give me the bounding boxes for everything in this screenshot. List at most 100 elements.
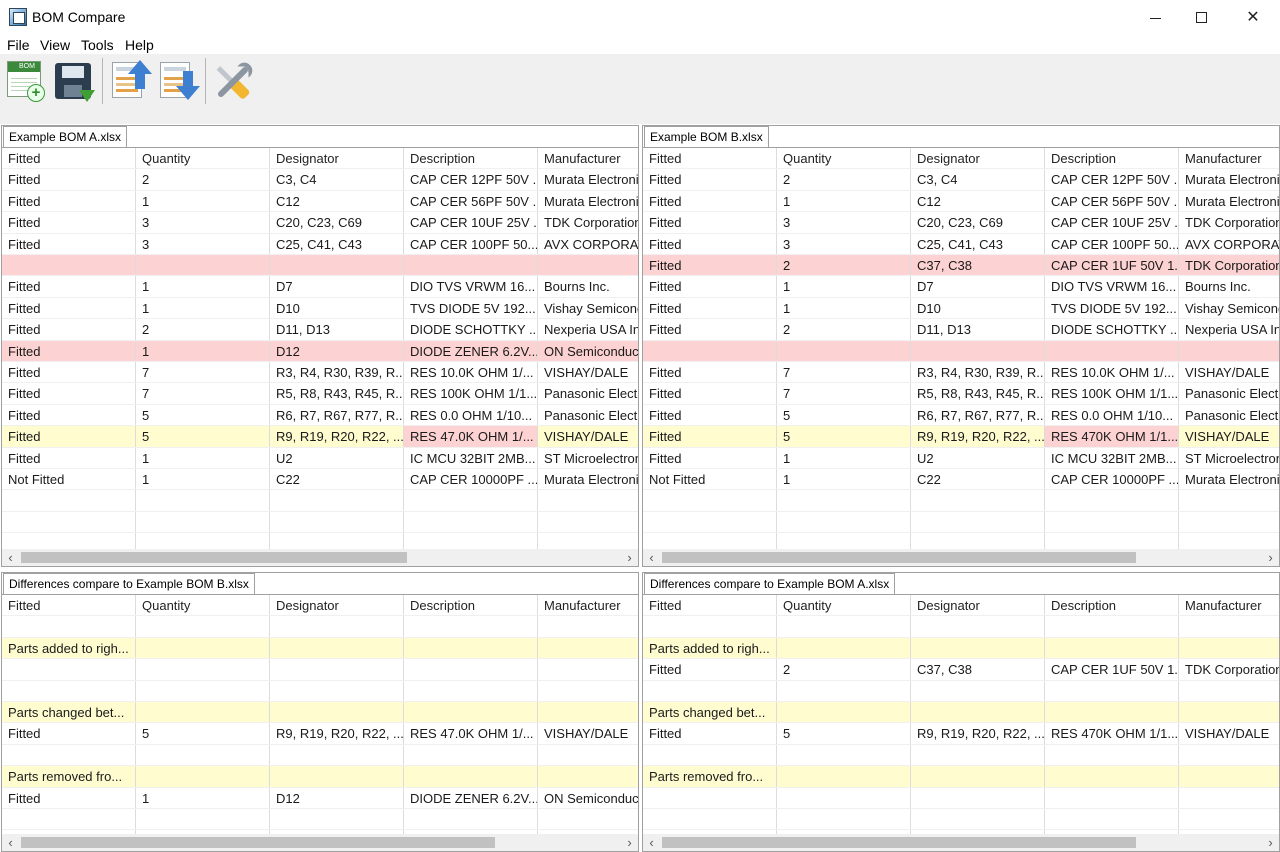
minimize-button[interactable] [1130,0,1180,34]
diff-b-hscroll[interactable]: ‹ › [643,834,1279,851]
column-header-manufacturer[interactable]: Manufacturer [1179,148,1279,168]
scroll-thumb[interactable] [21,837,495,848]
column-header-quantity[interactable]: Quantity [136,148,270,169]
column-header-manufacturer[interactable]: Manufacturer [1179,595,1279,615]
table-row[interactable]: Fitted 3 C20, C23, C69 CAP CER 10UF 25V ...… [643,212,1279,234]
column-header-description[interactable]: Description [1045,148,1179,169]
menu-view[interactable]: View [40,37,70,53]
column-header-quantity[interactable]: Quantity [777,148,911,169]
column-header-manufacturer[interactable]: Manufacturer [538,148,638,168]
table-row[interactable]: Fitted 1 D10 TVS DIODE 5V 192... Vishay Semi… [643,297,1279,320]
table-row[interactable] [643,787,1279,809]
new-bom-button[interactable]: BOM + [4,58,48,102]
column-header-quantity[interactable]: Quantity [777,595,911,616]
menu-file[interactable]: File [7,37,30,53]
table-row[interactable]: Fitted 5 R6, R7, R67, R77, R... RES 0.0 OHM… [643,404,1279,427]
diff-b-tab[interactable]: Differences compare to Example BOM A.xls… [644,573,896,594]
scroll-left-icon[interactable]: ‹ [643,834,660,851]
diff-a-tab[interactable]: Differences compare to Example BOM B.xls… [3,573,255,594]
column-header-description[interactable]: Description [404,595,538,616]
column-header-quantity[interactable]: Quantity [136,595,270,616]
table-row[interactable]: Fitted 1 U2 IC MCU 32BIT 2MB... ST Microelec… [643,447,1279,469]
table-row[interactable]: Fitted 1 C12 CAP CER 56PF 50V ... Murata Ele… [2,190,638,213]
tools-button[interactable] [210,58,254,102]
table-row[interactable]: Fitted 5 R9, R19, R20, R22, ... RES 47.0K O… [2,723,638,745]
section-header-row[interactable]: Parts changed bet... [643,702,1279,724]
move-down-button[interactable] [156,58,200,102]
table-row[interactable] [2,255,638,277]
bom-b-hscroll[interactable]: ‹ › [643,549,1279,566]
scroll-right-icon[interactable]: › [1262,549,1279,566]
table-row[interactable]: Fitted 3 C20, C23, C69 CAP CER 10UF 25V ...… [2,212,638,234]
table-row[interactable]: Fitted 5 R6, R7, R67, R77, R... RES 0.0 OHM… [2,404,638,427]
table-row[interactable]: Fitted 1 D10 TVS DIODE 5V 192... Vishay Semi… [2,297,638,320]
table-row[interactable]: Not Fitted 1 C22 CAP CER 10000PF ... Murata … [643,469,1279,491]
table-row[interactable]: Fitted 2 C3, C4 CAP CER 12PF 50V ... Murata … [2,169,638,191]
table-row[interactable]: Fitted 1 D7 DIO TVS VRWM 16... Bourns Inc. [643,276,1279,298]
move-up-button[interactable] [108,58,152,102]
table-row[interactable]: Fitted 1 C12 CAP CER 56PF 50V ... Murata Ele… [643,190,1279,213]
column-header-description[interactable]: Description [1045,595,1179,616]
column-header-description[interactable]: Description [404,148,538,169]
table-row[interactable]: Not Fitted 1 C22 CAP CER 10000PF ... Murata … [2,469,638,491]
scroll-left-icon[interactable]: ‹ [643,549,660,566]
scroll-right-icon[interactable]: › [621,549,638,566]
scroll-right-icon[interactable]: › [621,834,638,851]
table-row[interactable]: Fitted 3 C25, C41, C43 CAP CER 100PF 50... A… [643,233,1279,255]
table-row[interactable]: Fitted 2 D11, D13 DIODE SCHOTTKY ... Nexperi… [643,319,1279,341]
table-row[interactable]: Fitted 2 D11, D13 DIODE SCHOTTKY ... Nexperi… [2,319,638,341]
table-row[interactable] [643,340,1279,362]
table-row[interactable]: Fitted 2 C3, C4 CAP CER 12PF 50V ... Murata … [643,169,1279,191]
table-row[interactable]: Fitted 2 C37, C38 CAP CER 1UF 50V 1... TDK C… [643,255,1279,277]
scroll-left-icon[interactable]: ‹ [2,834,19,851]
column-header-designator[interactable]: Designator [911,148,1045,169]
table-row[interactable] [2,616,638,638]
column-header-designator[interactable]: Designator [270,148,404,169]
table-row[interactable]: Fitted 1 D12 DIODE ZENER 6.2V... ON Semicond… [2,340,638,362]
table-row[interactable]: Fitted 7 R5, R8, R43, R45, R... RES 100K OH… [643,383,1279,405]
bom-b-tab[interactable]: Example BOM B.xlsx [644,126,769,147]
close-button[interactable]: ✕ [1228,0,1278,34]
section-header-row[interactable]: Parts added to righ... [643,637,1279,660]
maximize-button[interactable] [1176,0,1226,34]
column-header-designator[interactable]: Designator [911,595,1045,616]
table-row[interactable]: Fitted 7 R5, R8, R43, R45, R... RES 100K OH… [2,383,638,405]
section-header-row[interactable]: Parts changed bet... [2,702,638,724]
table-row[interactable]: Fitted 1 U2 IC MCU 32BIT 2MB... ST Microelec… [2,447,638,469]
table-row[interactable] [2,680,638,702]
column-header-fitted[interactable]: Fitted [643,595,777,616]
bom-a-tab[interactable]: Example BOM A.xlsx [3,126,128,147]
table-row[interactable]: Fitted 5 R9, R19, R20, R22, ... RES 470K OH… [643,723,1279,745]
table-row[interactable]: Fitted 2 C37, C38 CAP CER 1UF 50V 1... TDK C… [643,659,1279,681]
column-header-fitted[interactable]: Fitted [2,148,136,169]
save-button[interactable] [52,58,96,102]
table-row[interactable] [2,744,638,767]
diff-a-hscroll[interactable]: ‹ › [2,834,638,851]
table-row[interactable]: Fitted 1 D7 DIO TVS VRWM 16... Bourns Inc. [2,276,638,298]
table-row[interactable]: Fitted 1 D12 DIODE ZENER 6.2V... ON Semicond… [2,787,638,809]
table-row[interactable] [643,616,1279,638]
scroll-right-icon[interactable]: › [1262,834,1279,851]
scroll-thumb[interactable] [662,837,1136,848]
table-row[interactable]: Fitted 5 R9, R19, R20, R22, ... RES 47.0K O… [2,426,638,448]
table-row[interactable]: Fitted 5 R9, R19, R20, R22, ... RES 470K OH… [643,426,1279,448]
menu-help[interactable]: Help [125,37,154,53]
section-header-row[interactable]: Parts removed fro... [643,766,1279,788]
section-header-row[interactable]: Parts removed fro... [2,766,638,788]
table-row[interactable] [643,680,1279,702]
table-row[interactable] [643,744,1279,767]
table-row[interactable] [2,659,638,681]
scroll-thumb[interactable] [21,552,407,563]
column-header-fitted[interactable]: Fitted [2,595,136,616]
bom-a-hscroll[interactable]: ‹ › [2,549,638,566]
column-header-designator[interactable]: Designator [270,595,404,616]
column-header-manufacturer[interactable]: Manufacturer [538,595,638,615]
scroll-thumb[interactable] [662,552,1136,563]
menu-tools[interactable]: Tools [81,37,114,53]
section-header-row[interactable]: Parts added to righ... [2,637,638,660]
column-header-fitted[interactable]: Fitted [643,148,777,169]
table-row[interactable]: Fitted 7 R3, R4, R30, R39, R... RES 10.0K O… [2,362,638,384]
table-row[interactable]: Fitted 3 C25, C41, C43 CAP CER 100PF 50... A… [2,233,638,255]
scroll-left-icon[interactable]: ‹ [2,549,19,566]
table-row[interactable]: Fitted 7 R3, R4, R30, R39, R... RES 10.0K O… [643,362,1279,384]
